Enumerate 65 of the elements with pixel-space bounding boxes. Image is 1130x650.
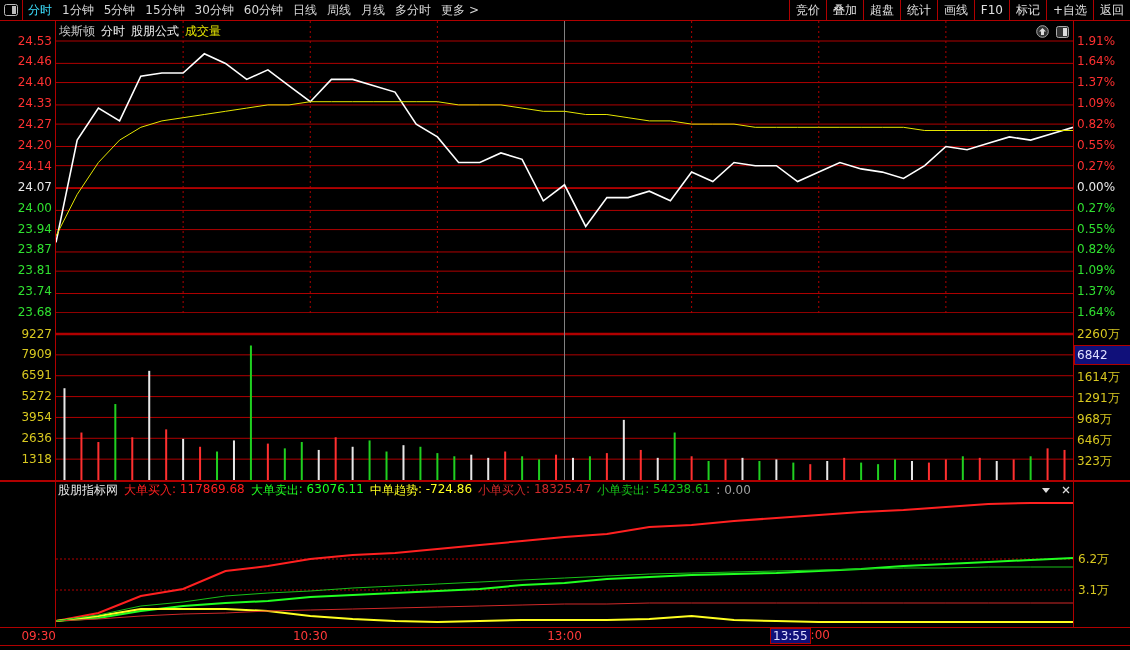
chart-header-label: 分时	[101, 23, 125, 40]
percent-tick: 1.64%	[1076, 304, 1117, 322]
volume-tick: 9227	[20, 325, 53, 343]
price-tick: 24.14	[16, 157, 53, 175]
time-tick: 09:30	[21, 629, 56, 643]
price-tick: 24.00	[16, 199, 53, 217]
price-tick: 23.81	[16, 262, 53, 280]
percent-tick: 1.37%	[1076, 283, 1117, 301]
time-tick: 13:00	[547, 629, 582, 643]
indicator-tick: 3.1万	[1078, 582, 1110, 598]
legend-value: : 117869.68	[172, 481, 245, 498]
amount-tick: 1614万	[1076, 369, 1121, 387]
legend-value: : 0.00	[716, 483, 751, 497]
percent-tick: 1.37%	[1076, 74, 1117, 92]
volume-tick: 5272	[20, 388, 53, 406]
percent-tick: 0.82%	[1076, 116, 1117, 134]
price-tick: 23.74	[16, 283, 53, 301]
price-tick: 24.20	[16, 136, 53, 154]
indicator-tick: 6.2万	[1078, 551, 1110, 567]
price-tick: 23.87	[16, 241, 53, 259]
amount-tick: 1291万	[1076, 390, 1121, 408]
percent-tick: 0.82%	[1076, 241, 1117, 259]
legend-label: 大单买入	[124, 481, 172, 499]
percent-tick: 0.27%	[1076, 157, 1117, 175]
legend-label: 大单卖出	[250, 481, 299, 499]
chart-header-label: 埃斯顿	[59, 23, 95, 40]
percent-tick: 0.00%	[1076, 178, 1117, 196]
amount-tick: 2260万	[1076, 325, 1121, 343]
legend-label: 中单趋势	[369, 481, 418, 499]
legend-label: 小单买入	[478, 481, 527, 499]
price-tick: 24.53	[16, 32, 53, 50]
percent-tick: 1.09%	[1076, 95, 1117, 113]
legend-value: : -724.86	[417, 481, 473, 498]
price-tick: 24.27	[16, 116, 53, 134]
legend-value: : 18325.47	[526, 481, 592, 498]
volume-tick: 1318	[20, 450, 53, 468]
price-tick: 23.68	[16, 304, 53, 322]
legend-label: 小单卖出	[597, 481, 646, 499]
chart-header-label: 成交量	[185, 23, 221, 40]
cursor-time: 13:55	[770, 628, 811, 644]
amount-tick: 968万	[1076, 411, 1113, 429]
percent-tick: 1.91%	[1076, 32, 1117, 50]
indicator-title: 股朋指标网	[58, 481, 118, 499]
percent-tick: 0.55%	[1076, 220, 1117, 238]
legend-value: : 63076.11	[298, 481, 364, 498]
time-tick: :00	[810, 628, 830, 644]
price-tick: 23.94	[16, 220, 53, 238]
price-tick: 24.46	[16, 53, 53, 71]
percent-tick: 0.55%	[1076, 136, 1117, 154]
volume-tick: 7909	[20, 346, 53, 364]
price-tick: 24.33	[16, 95, 53, 113]
percent-tick: 0.27%	[1076, 199, 1117, 217]
time-tick: 10:30	[292, 629, 328, 643]
volume-tick: 6591	[20, 367, 53, 385]
amount-tick: 323万	[1076, 452, 1113, 470]
cursor-value: 6842	[1074, 345, 1130, 366]
price-tick: 24.40	[16, 74, 53, 92]
chart-header-label: 股朋公式	[131, 23, 179, 40]
amount-tick: 646万	[1076, 432, 1113, 450]
volume-tick: 3954	[20, 409, 53, 427]
percent-tick: 1.09%	[1076, 262, 1117, 280]
price-tick: 24.07	[16, 178, 53, 196]
volume-tick: 2636	[20, 429, 53, 447]
legend-value: : 54238.61	[645, 481, 711, 498]
percent-tick: 1.64%	[1076, 53, 1117, 71]
